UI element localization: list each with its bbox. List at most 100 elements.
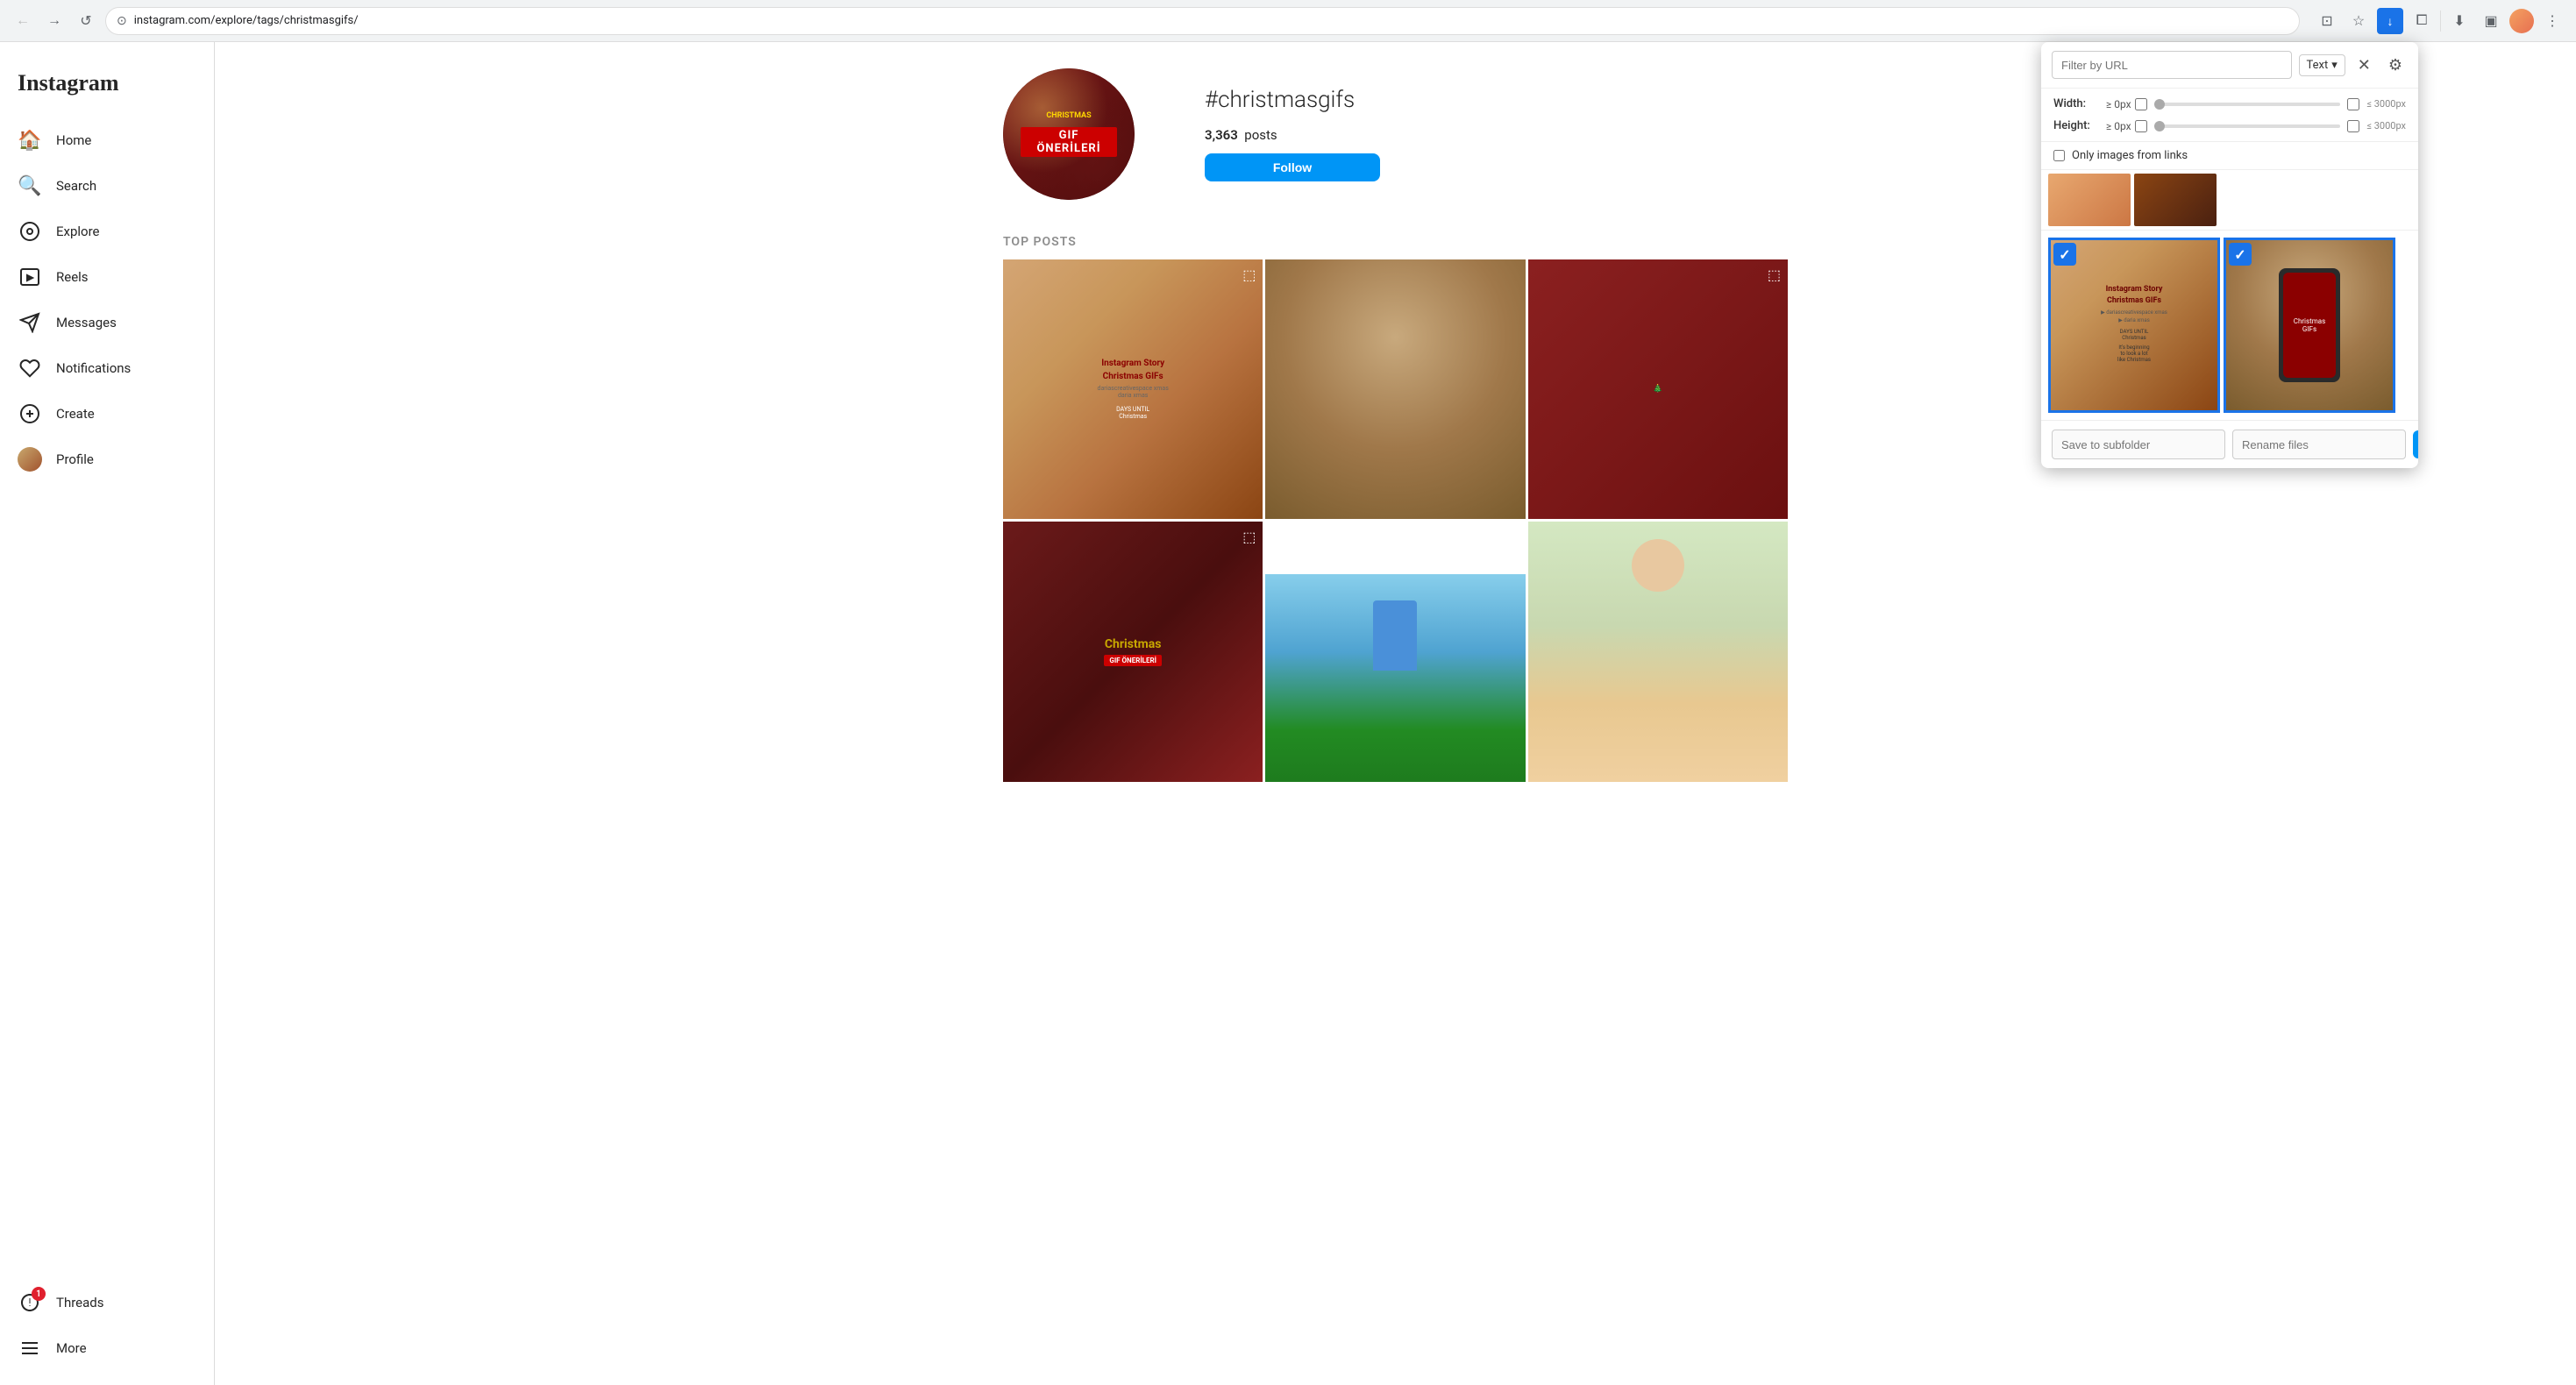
reels-icon xyxy=(18,265,42,289)
post-thumb-4[interactable]: Christmas GIF ÖNERİLERİ ⬚ xyxy=(1003,522,1263,781)
avatar-inner: Christmas GIF ÖNERİLERİ xyxy=(1003,68,1135,200)
avatar-christmas-text: Christmas xyxy=(1046,111,1091,120)
sidebar-item-explore[interactable]: Explore xyxy=(7,209,207,254)
sidebar-item-search[interactable]: 🔍 Search xyxy=(7,163,207,209)
height-min-wrap: ≥ 0px xyxy=(2106,120,2147,132)
url-text: instagram.com/explore/tags/christmasgifs… xyxy=(134,14,2288,27)
post-thumb-3[interactable]: 🎄 ⬚ xyxy=(1528,259,1788,519)
height-min-checkbox[interactable] xyxy=(2135,120,2147,132)
messages-icon xyxy=(18,310,42,335)
post-thumb-2[interactable] xyxy=(1265,259,1525,519)
sidebar-item-threads[interactable]: 1 Threads xyxy=(7,1280,207,1325)
post-overlay-icon-1: ⬚ xyxy=(1242,266,1256,283)
popup-actions: Download xyxy=(2041,421,2418,468)
browser-chrome: ← → ↺ ⊙ instagram.com/explore/tags/chris… xyxy=(0,0,2576,42)
height-label: Height: xyxy=(2053,119,2099,132)
profile-actions: Follow xyxy=(1205,153,1788,181)
more-label: More xyxy=(56,1340,87,1356)
lock-icon: ⊙ xyxy=(117,14,127,28)
home-icon: 🏠 xyxy=(18,128,42,153)
threads-icon-wrap: 1 xyxy=(18,1290,42,1315)
selected-checkmark-1: ✓ xyxy=(2053,243,2076,266)
sidebar-item-more[interactable]: More xyxy=(7,1325,207,1371)
post-thumb-1[interactable]: Instagram Story Christmas GIFs dariascre… xyxy=(1003,259,1263,519)
popup-selected-thumb-2[interactable]: ChristmasGIFs ✓ xyxy=(2224,238,2395,413)
sidebar-item-create[interactable]: Create xyxy=(7,391,207,437)
download-button[interactable]: Download xyxy=(2413,430,2418,458)
avatar-red-bar: GIF ÖNERİLERİ xyxy=(1021,127,1117,157)
download-manager-btn[interactable]: ⬇ xyxy=(2446,8,2473,34)
browser-actions: ⊡ ☆ ↓ ⧠ ⬇ ▣ ⋮ xyxy=(2314,8,2565,34)
sidebar-item-reels[interactable]: Reels xyxy=(7,254,207,300)
threads-badge: 1 xyxy=(32,1287,46,1301)
sidebar-item-profile[interactable]: Profile xyxy=(7,437,207,482)
url-filter-input[interactable] xyxy=(2052,51,2292,79)
width-min-checkbox[interactable] xyxy=(2135,98,2147,110)
ig-page: Christmas GIF ÖNERİLERİ #christmasgifs 3… xyxy=(986,42,1805,782)
reels-label: Reels xyxy=(56,269,89,285)
profile-avatar-btn[interactable] xyxy=(2509,9,2534,33)
popup-image-grid: Instagram Story Christmas GIFs ▶ dariasc… xyxy=(2041,231,2418,421)
rename-input[interactable] xyxy=(2232,430,2406,459)
search-icon: 🔍 xyxy=(18,174,42,198)
close-popup-button[interactable]: ✕ xyxy=(2352,54,2376,76)
post-overlay-icon-4: ⬚ xyxy=(1242,529,1256,545)
popup-prev-row xyxy=(2041,170,2418,231)
post-overlay-icon-3: ⬚ xyxy=(1768,266,1781,283)
width-max-checkbox[interactable] xyxy=(2347,98,2359,110)
more-icon xyxy=(18,1336,42,1360)
width-max-text: ≤ 3000px xyxy=(2366,98,2406,110)
reload-button[interactable]: ↺ xyxy=(74,9,98,33)
popup-selected-thumb-1[interactable]: Instagram Story Christmas GIFs ▶ dariasc… xyxy=(2048,238,2220,413)
separator xyxy=(2440,11,2441,32)
settings-popup-button[interactable]: ⚙ xyxy=(2383,54,2408,76)
sidebar-spacer xyxy=(7,482,207,1280)
dimension-filters: Width: ≥ 0px ≤ 3000px Height: ≥ 0px ≤ 30… xyxy=(2041,89,2418,142)
split-screen-btn[interactable]: ▣ xyxy=(2478,8,2504,34)
subfolder-input[interactable] xyxy=(2052,430,2225,459)
explore-icon xyxy=(18,219,42,244)
post-img-1: Instagram Story Christmas GIFs dariascre… xyxy=(1003,259,1263,519)
width-filter-row: Width: ≥ 0px ≤ 3000px xyxy=(2053,97,2406,110)
sidebar-item-messages[interactable]: Messages xyxy=(7,300,207,345)
prev-thumb-1[interactable] xyxy=(2048,174,2131,226)
post-thumb-6[interactable] xyxy=(1528,522,1788,781)
profile-info: #christmasgifs 3,363 posts Follow xyxy=(1205,87,1788,181)
forward-button[interactable]: → xyxy=(42,9,67,33)
avatar-gif-text: GIF ÖNERİLERİ xyxy=(1028,129,1110,155)
search-label: Search xyxy=(56,178,96,194)
menu-dots-btn[interactable]: ⋮ xyxy=(2539,8,2565,34)
popup-header: Text ▾ ✕ ⚙ xyxy=(2041,42,2418,89)
height-max-checkbox[interactable] xyxy=(2347,120,2359,132)
back-button[interactable]: ← xyxy=(11,9,35,33)
text-dropdown[interactable]: Text ▾ xyxy=(2299,54,2345,76)
text-dropdown-label: Text xyxy=(2307,59,2329,72)
width-label: Width: xyxy=(2053,97,2099,110)
instagram-logo: Instagram xyxy=(7,56,207,117)
profile-stats: 3,363 posts xyxy=(1205,127,1788,143)
extension-puzzle-btn[interactable]: ⧠ xyxy=(2409,8,2435,34)
notifications-label: Notifications xyxy=(56,360,131,376)
height-slider[interactable] xyxy=(2154,124,2341,128)
post-thumb-5[interactable] xyxy=(1265,522,1525,781)
create-label: Create xyxy=(56,406,95,422)
top-posts-label: Top posts xyxy=(1003,235,1788,249)
profile-header: Christmas GIF ÖNERİLERİ #christmasgifs 3… xyxy=(1003,68,1788,200)
cast-button[interactable]: ⊡ xyxy=(2314,8,2340,34)
bookmark-button[interactable]: ☆ xyxy=(2345,8,2372,34)
height-filter-row: Height: ≥ 0px ≤ 3000px xyxy=(2053,119,2406,132)
prev-thumb-2[interactable] xyxy=(2134,174,2217,226)
home-label: Home xyxy=(56,132,91,148)
sidebar-item-home[interactable]: 🏠 Home xyxy=(7,117,207,163)
profile-label: Profile xyxy=(56,451,94,467)
sidebar-item-notifications[interactable]: Notifications xyxy=(7,345,207,391)
only-images-checkbox[interactable] xyxy=(2053,150,2065,161)
extension-btn-blue[interactable]: ↓ xyxy=(2377,8,2403,34)
width-slider[interactable] xyxy=(2154,103,2341,106)
post-count: 3,363 posts xyxy=(1205,127,1277,143)
height-min-text: ≥ 0px xyxy=(2106,120,2131,132)
profile-thumb xyxy=(18,447,42,472)
posts-grid: Instagram Story Christmas GIFs dariascre… xyxy=(1003,259,1788,782)
follow-button[interactable]: Follow xyxy=(1205,153,1380,181)
address-bar[interactable]: ⊙ instagram.com/explore/tags/christmasgi… xyxy=(105,7,2300,35)
